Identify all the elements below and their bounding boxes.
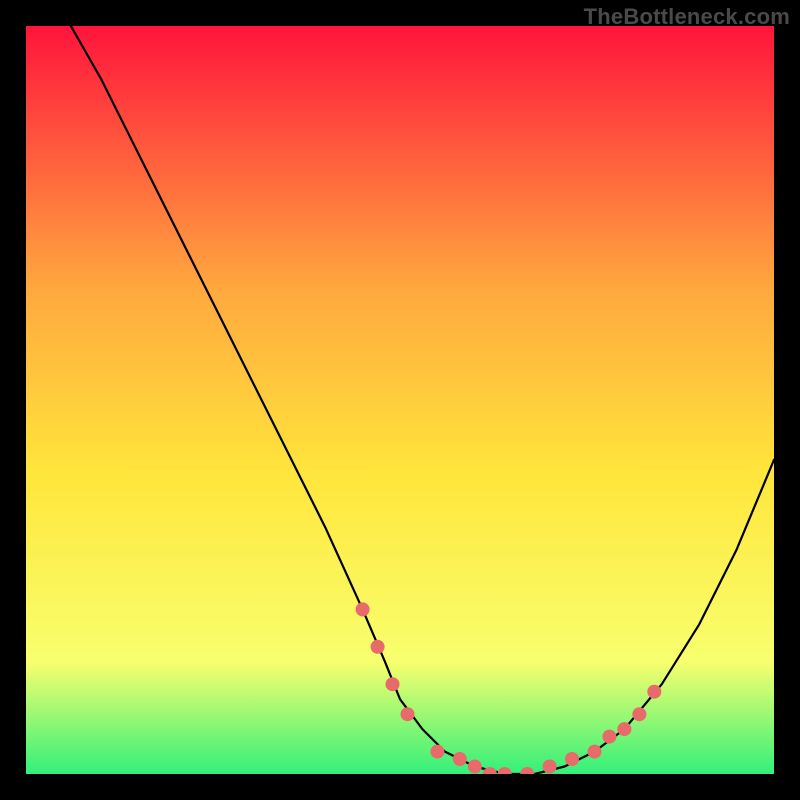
chart-svg [26, 26, 774, 774]
marker-dot [588, 745, 602, 759]
marker-dot [632, 707, 646, 721]
chart-frame: TheBottleneck.com [0, 0, 800, 800]
marker-dot [371, 640, 385, 654]
marker-dot [356, 602, 370, 616]
marker-dot [602, 730, 616, 744]
marker-dot [386, 677, 400, 691]
marker-dot [430, 745, 444, 759]
plot-area [26, 26, 774, 774]
marker-dot [617, 722, 631, 736]
marker-dot [468, 760, 482, 774]
marker-dot [453, 752, 467, 766]
marker-dot [401, 707, 415, 721]
gradient-background [26, 26, 774, 774]
marker-dot [565, 752, 579, 766]
marker-dot [647, 685, 661, 699]
marker-dot [543, 760, 557, 774]
watermark-label: TheBottleneck.com [584, 4, 790, 30]
